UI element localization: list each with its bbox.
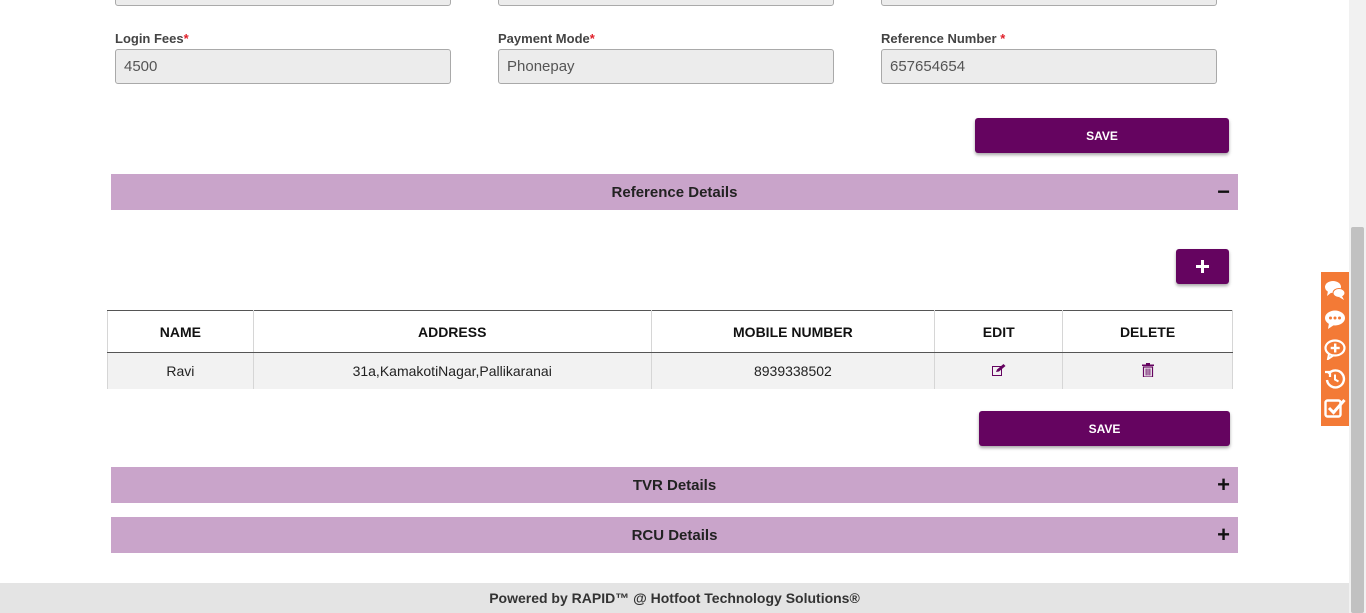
- chat-dots-icon[interactable]: [1324, 308, 1346, 330]
- tvr-details-header[interactable]: TVR Details +: [111, 467, 1238, 503]
- scrollbar-thumb[interactable]: [1351, 227, 1364, 613]
- required-marker: *: [1000, 31, 1006, 46]
- column-header-delete: DELETE: [1062, 310, 1233, 353]
- required-marker: *: [589, 31, 595, 46]
- previous-row-input-2[interactable]: [498, 0, 834, 6]
- history-icon[interactable]: [1324, 368, 1346, 390]
- cell-name: Ravi: [107, 352, 254, 389]
- task-check-icon[interactable]: [1324, 397, 1346, 419]
- column-header-edit: EDIT: [934, 310, 1064, 353]
- trash-icon[interactable]: [1141, 362, 1154, 380]
- collapse-icon[interactable]: −: [1217, 181, 1230, 203]
- reference-number-input[interactable]: [881, 49, 1217, 84]
- column-header-name: NAME: [107, 310, 254, 353]
- vertical-scrollbar[interactable]: [1349, 0, 1366, 613]
- rcu-details-title: RCU Details: [631, 526, 718, 544]
- cell-edit: [934, 352, 1064, 389]
- expand-icon[interactable]: +: [1217, 474, 1230, 496]
- reference-table: NAME ADDRESS MOBILE NUMBER EDIT DELETE R…: [107, 310, 1233, 389]
- required-marker: *: [183, 31, 189, 46]
- rcu-details-header[interactable]: RCU Details +: [111, 517, 1238, 553]
- cell-address: 31a,KamakotiNagar,Pallikaranai: [253, 352, 652, 389]
- footer: Powered by RAPID™ @ Hotfoot Technology S…: [0, 583, 1349, 613]
- cell-delete: [1062, 352, 1233, 389]
- login-fees-label: Login Fees*: [115, 31, 189, 46]
- reference-details-title: Reference Details: [611, 183, 738, 201]
- column-header-mobile: MOBILE NUMBER: [651, 310, 936, 353]
- reference-save-button[interactable]: SAVE: [979, 411, 1230, 446]
- footer-text: Powered by RAPID™ @ Hotfoot Technology S…: [489, 590, 860, 606]
- column-header-address: ADDRESS: [253, 310, 652, 353]
- tvr-details-title: TVR Details: [632, 476, 717, 494]
- add-reference-button[interactable]: [1176, 249, 1229, 284]
- table-row: Ravi 31a,KamakotiNagar,Pallikaranai 8939…: [107, 352, 1233, 389]
- plus-icon: [1196, 260, 1209, 273]
- chat-bubbles-icon[interactable]: [1324, 279, 1346, 301]
- cell-mobile: 8939338502: [651, 352, 936, 389]
- login-fees-input[interactable]: [115, 49, 451, 84]
- edit-icon[interactable]: [991, 363, 1006, 379]
- previous-row-input-3[interactable]: [881, 0, 1217, 6]
- table-header-row: NAME ADDRESS MOBILE NUMBER EDIT DELETE: [107, 310, 1233, 353]
- previous-row-input-1[interactable]: [115, 0, 451, 6]
- reference-number-label: Reference Number *: [881, 31, 1006, 46]
- expand-icon[interactable]: +: [1217, 524, 1230, 546]
- payment-save-button[interactable]: SAVE: [975, 118, 1229, 153]
- payment-mode-input[interactable]: [498, 49, 834, 84]
- payment-mode-label: Payment Mode*: [498, 31, 595, 46]
- reference-details-header[interactable]: Reference Details −: [111, 174, 1238, 210]
- side-widget-panel: [1321, 272, 1349, 426]
- chat-add-icon[interactable]: [1324, 338, 1346, 360]
